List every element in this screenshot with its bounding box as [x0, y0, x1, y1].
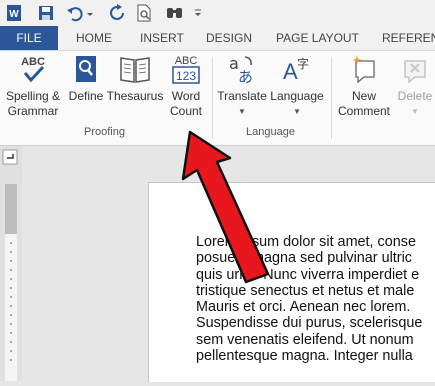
document-line: sem venenatis eleifend. Ut nonum — [196, 331, 414, 348]
document-line: Suspendisse dui purus, scelerisque — [196, 315, 423, 332]
translate-dropdown-icon[interactable]: ▼ — [216, 104, 268, 119]
thesaurus-book-icon — [120, 57, 150, 83]
thesaurus-button[interactable]: Thesaurus — [106, 53, 164, 104]
define-button[interactable]: Define — [66, 53, 106, 104]
undo-icon[interactable] — [66, 4, 84, 22]
word-app-icon[interactable]: W — [6, 4, 22, 22]
thesaurus-label: Thesaurus — [106, 89, 164, 103]
language-icon: A 字 — [283, 56, 309, 84]
define-icon — [76, 56, 96, 82]
save-icon[interactable] — [38, 4, 54, 22]
translate-icon: a あ — [229, 54, 253, 85]
group-separator — [331, 57, 332, 139]
spelling-grammar-button[interactable]: ABC Spelling & Grammar — [4, 53, 62, 119]
undo-dropdown-icon[interactable] — [86, 4, 94, 22]
spelling-label-line2: Grammar — [7, 104, 59, 118]
language-dropdown-icon[interactable]: ▼ — [268, 104, 326, 119]
tab-references[interactable]: REFERENC — [382, 26, 435, 50]
abc-glyph: ABC — [175, 55, 198, 67]
spelling-check-icon: ABC — [21, 56, 45, 83]
redo-icon[interactable] — [108, 4, 126, 22]
proofing-group-label: Proofing — [84, 126, 125, 138]
new-comment-label-line2: Comment — [337, 104, 390, 118]
new-comment-label-line1: New — [351, 89, 376, 103]
new-comment-button[interactable]: New Comment — [335, 53, 393, 119]
delete-label: Delete — [397, 89, 433, 103]
tab-insert[interactable]: INSERT — [140, 26, 184, 50]
define-label: Define — [68, 89, 104, 103]
word-count-label-line1: Word — [171, 89, 201, 103]
translate-label: Translate — [217, 89, 267, 103]
count-glyph: 123 — [176, 69, 196, 83]
tab-page-layout[interactable]: PAGE LAYOUT — [276, 26, 359, 50]
group-separator — [212, 57, 213, 139]
document-body-text[interactable]: Lorem ipsum dolor sit amet, conse posuer… — [196, 234, 435, 364]
tab-file[interactable]: FILE — [0, 26, 58, 50]
new-comment-icon — [352, 55, 375, 84]
document-line: Mauris et orci. Aenean nec lorem. — [196, 299, 411, 316]
document-line: posuere magna sed pulvinar ultric — [196, 250, 412, 267]
word-count-label-line2: Count — [169, 104, 203, 118]
document-line: quis urna. Nunc viverra imperdiet e — [196, 266, 420, 283]
vertical-ruler — [0, 146, 22, 381]
svg-text:あ: あ — [238, 68, 253, 85]
ribbon-tabs: FILE HOME INSERT DESIGN PAGE LAYOUT REFE… — [0, 26, 435, 51]
document-line: tristique senectus et netus et male — [196, 282, 415, 299]
customize-qat-icon[interactable] — [193, 4, 203, 22]
tab-home[interactable]: HOME — [76, 26, 112, 50]
word-count-icon: ABC 123 — [172, 55, 200, 84]
print-preview-icon[interactable] — [136, 4, 152, 22]
document-line: Lorem ipsum dolor sit amet, conse — [196, 234, 416, 250]
word-count-button[interactable]: ABC 123 Word Count — [166, 53, 206, 119]
abc-glyph: ABC — [21, 56, 45, 68]
tab-design[interactable]: DESIGN — [206, 26, 252, 50]
language-group-label: Language — [246, 126, 295, 138]
find-icon[interactable] — [166, 4, 184, 22]
vertical-ruler-marks — [2, 149, 18, 381]
svg-text:字: 字 — [297, 56, 309, 71]
delete-comment-icon — [404, 60, 426, 84]
svg-text:W: W — [9, 9, 19, 20]
language-button[interactable]: A 字 Language ▼ — [268, 53, 326, 119]
language-label: Language — [270, 89, 324, 103]
spelling-label-line1: Spelling & — [5, 89, 61, 103]
document-line: pellentesque magna. Integer nulla — [196, 348, 413, 365]
delete-dropdown-icon[interactable]: ▼ — [395, 104, 435, 119]
svg-text:A: A — [283, 59, 298, 84]
delete-comment-button[interactable]: Delete ▼ — [395, 53, 435, 119]
quick-access-toolbar: W — [0, 0, 435, 26]
translate-button[interactable]: a あ Translate ▼ — [216, 53, 268, 119]
ribbon: ABC Spelling & Grammar Define Thesaurus … — [0, 51, 435, 146]
